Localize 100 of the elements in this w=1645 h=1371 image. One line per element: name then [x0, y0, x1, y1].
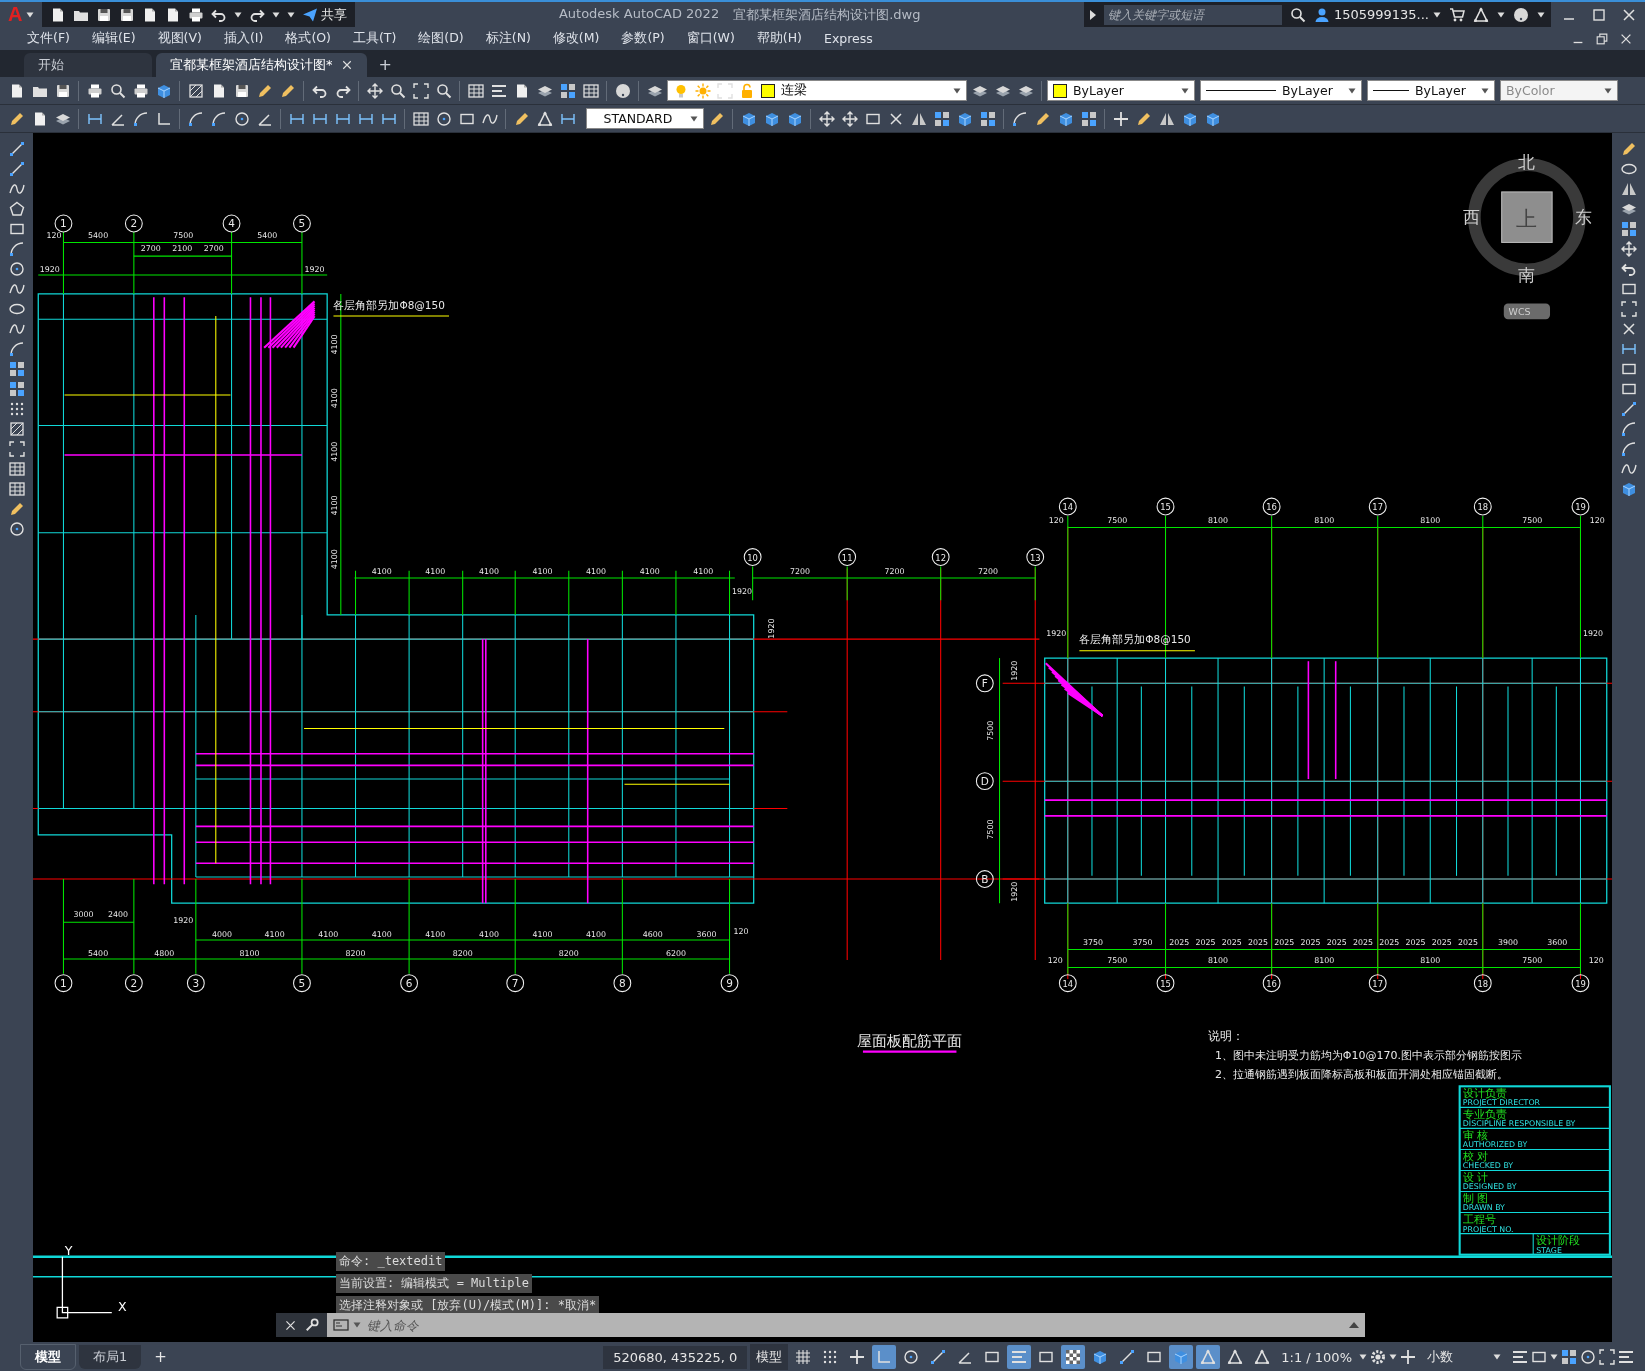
rectangle-icon[interactable]	[1620, 381, 1637, 397]
frame-corners-icon[interactable]	[1599, 1349, 1615, 1365]
dots-icon[interactable]	[8, 401, 25, 417]
caret-icon[interactable]	[26, 11, 35, 18]
printer-icon[interactable]	[188, 6, 205, 23]
gear-icon[interactable]	[1370, 1349, 1386, 1365]
cube-toggle-icon[interactable]	[1169, 1345, 1194, 1369]
menu-item[interactable]: 帮助(H)	[745, 30, 813, 47]
rectangle-icon[interactable]	[1531, 1349, 1547, 1365]
menu-item[interactable]: 编辑(E)	[80, 30, 147, 47]
spline-icon[interactable]	[8, 281, 25, 297]
ellipse-icon[interactable]	[8, 301, 25, 317]
caret-icon[interactable]	[1550, 1354, 1558, 1360]
polygon-icon[interactable]	[8, 201, 25, 217]
line-icon[interactable]	[8, 141, 25, 157]
bars-toggle-icon[interactable]	[1007, 1345, 1032, 1369]
close-icon[interactable]	[340, 59, 353, 71]
checker-toggle-icon[interactable]	[1061, 1345, 1086, 1369]
menu-item[interactable]: 工具(T)	[341, 30, 408, 47]
circle-icon[interactable]	[1580, 1349, 1596, 1365]
triangle-icon[interactable]	[1473, 6, 1489, 23]
color-dropdown[interactable]: ByLayer	[1047, 80, 1195, 101]
caret-icon[interactable]	[1359, 1354, 1367, 1360]
rectangle-icon[interactable]	[8, 221, 25, 237]
menu-item[interactable]: Express	[813, 31, 884, 46]
document-tab[interactable]: 开始	[24, 53, 152, 77]
menu-item[interactable]: 插入(I)	[212, 30, 275, 47]
wrench-icon[interactable]	[305, 1318, 319, 1332]
menu-item[interactable]: 文件(F)	[16, 30, 81, 47]
maximize-icon[interactable]	[1591, 6, 1607, 23]
compass-label[interactable]: 南	[1518, 265, 1536, 286]
line-icon[interactable]	[8, 161, 25, 177]
hatch-icon[interactable]	[8, 421, 25, 437]
terminal-icon[interactable]	[333, 1317, 349, 1333]
compass-label[interactable]: 西	[1462, 207, 1480, 228]
rectangle-icon[interactable]	[1620, 281, 1637, 297]
dimension-icon[interactable]	[1620, 341, 1637, 357]
layers-icon[interactable]	[1620, 201, 1637, 217]
compass-label[interactable]: 东	[1575, 207, 1593, 228]
cart-icon[interactable]	[1449, 6, 1465, 23]
caret-icon[interactable]	[234, 11, 243, 18]
floppy-icon[interactable]	[96, 6, 113, 23]
frame-corners-icon[interactable]	[8, 441, 25, 457]
compass-label[interactable]: 北	[1518, 151, 1536, 172]
user-name[interactable]: 1505999135...	[1333, 7, 1429, 22]
help-circle-icon[interactable]	[1513, 6, 1529, 23]
plus-icon[interactable]	[1400, 1349, 1416, 1365]
caret-icon[interactable]	[1389, 1354, 1397, 1360]
blocks-icon[interactable]	[8, 381, 25, 397]
blocks-icon[interactable]	[8, 361, 25, 377]
linetype-dropdown[interactable]: ByLayer	[1200, 80, 1362, 101]
text-style-dropdown[interactable]: STANDARD	[586, 108, 704, 129]
blocks-icon[interactable]	[1620, 221, 1637, 237]
bars-icon[interactable]	[1618, 1349, 1634, 1365]
add-layout-button[interactable]: +	[144, 1348, 177, 1366]
triangle-toggle-icon[interactable]	[1196, 1345, 1221, 1369]
wcs-label[interactable]: WCS	[1508, 306, 1531, 318]
floppy-icon[interactable]	[119, 6, 136, 23]
person-icon[interactable]	[1313, 6, 1330, 23]
new-tab-button[interactable]: +	[370, 55, 400, 77]
caret-icon[interactable]	[1537, 11, 1545, 18]
caret-icon[interactable]	[1481, 87, 1489, 94]
move-arrows-icon[interactable]	[1620, 241, 1637, 257]
caret-icon[interactable]	[1348, 87, 1356, 94]
bars-icon[interactable]	[1512, 1349, 1528, 1365]
caret-icon[interactable]	[1181, 87, 1189, 94]
right-angle-toggle-icon[interactable]	[872, 1345, 897, 1369]
menu-item[interactable]: 修改(M)	[541, 30, 611, 47]
close-icon[interactable]	[1620, 321, 1637, 337]
spline-icon[interactable]	[1620, 461, 1637, 477]
cube-icon[interactable]	[1620, 481, 1637, 497]
undo-arrow-icon[interactable]	[1620, 261, 1637, 277]
arc-icon[interactable]	[1620, 421, 1637, 437]
blocks-icon[interactable]	[1561, 1349, 1577, 1365]
spline-icon[interactable]	[8, 321, 25, 337]
ellipse-icon[interactable]	[1620, 161, 1637, 177]
table-icon[interactable]	[8, 461, 25, 477]
mirror-icon[interactable]	[1620, 181, 1637, 197]
rectangle-icon[interactable]	[1620, 361, 1637, 377]
search-field[interactable]: 键入关键字或短语	[1103, 4, 1282, 25]
circle-icon[interactable]	[8, 521, 25, 537]
menu-item[interactable]: 格式(O)	[274, 30, 342, 47]
circle-icon[interactable]	[8, 261, 25, 277]
expand-icon[interactable]	[1089, 9, 1096, 20]
document-tab[interactable]: 宜都某框架酒店结构设计图*	[156, 53, 367, 77]
lineweight-dropdown[interactable]: ByLayer	[1367, 80, 1495, 101]
wcs-button[interactable]	[1503, 303, 1550, 320]
close-icon[interactable]	[284, 1318, 297, 1332]
caret-icon[interactable]	[1493, 1354, 1501, 1360]
arc-icon[interactable]	[1620, 441, 1637, 457]
menu-item[interactable]: 绘图(D)	[407, 30, 475, 47]
spline-icon[interactable]	[8, 181, 25, 197]
caret-icon[interactable]	[1433, 11, 1441, 18]
share-button[interactable]: 共享	[302, 5, 348, 24]
restore-icon[interactable]	[1595, 31, 1609, 46]
layer-dropdown[interactable]: 连梁	[667, 80, 967, 101]
menu-item[interactable]: 参数(P)	[610, 30, 676, 47]
units-dropdown[interactable]: 小数	[1419, 1348, 1509, 1366]
close-icon[interactable]	[1621, 6, 1637, 23]
annotation-scale[interactable]: 1:1 / 100%	[1277, 1349, 1356, 1365]
